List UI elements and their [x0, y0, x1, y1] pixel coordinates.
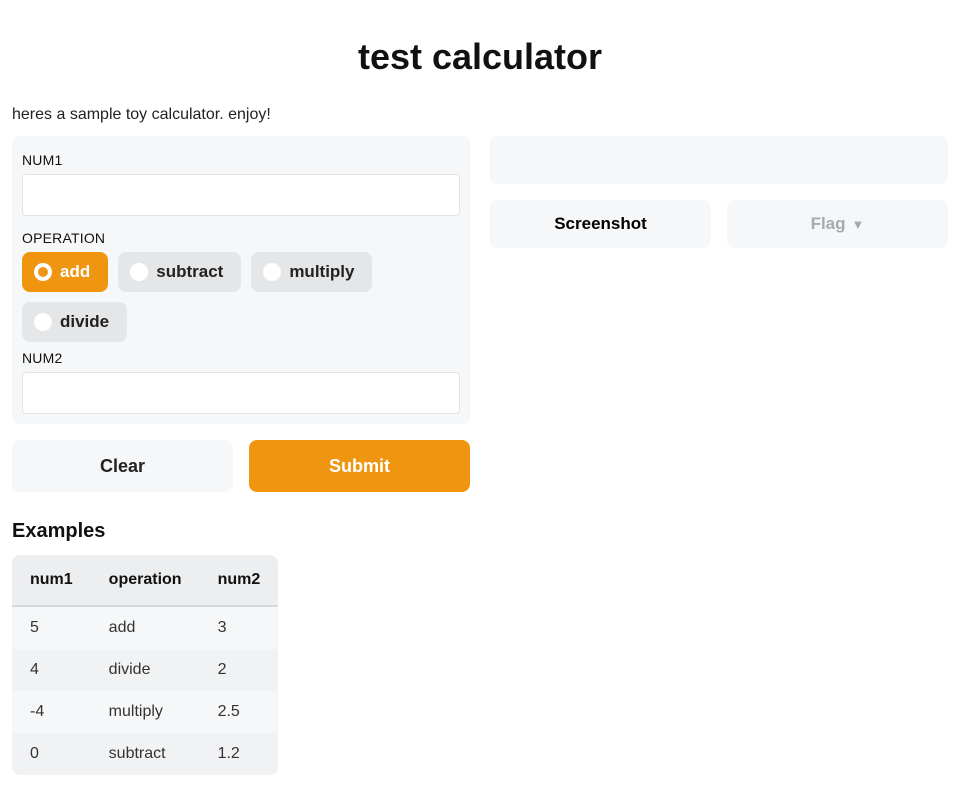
operation-radio-group: add subtract multiply divide	[22, 252, 460, 342]
chevron-down-icon: ▼	[852, 218, 865, 231]
screenshot-button-label: Screenshot	[554, 214, 647, 234]
table-row[interactable]: 5 add 3	[12, 606, 278, 649]
operation-option-label: divide	[60, 312, 109, 332]
num2-input[interactable]	[22, 372, 460, 414]
cell-operation: multiply	[91, 691, 200, 733]
flag-button-label: Flag	[811, 214, 846, 234]
clear-button[interactable]: Clear	[12, 440, 233, 492]
radio-dot-icon	[263, 263, 281, 281]
cell-operation: divide	[91, 649, 200, 691]
operation-option-divide[interactable]: divide	[22, 302, 127, 342]
input-panel: NUM1 OPERATION add subtract multiply	[12, 136, 470, 424]
radio-dot-icon	[34, 263, 52, 281]
table-row[interactable]: 4 divide 2	[12, 649, 278, 691]
operation-option-label: add	[60, 262, 90, 282]
num1-label: NUM1	[22, 152, 460, 168]
operation-option-label: subtract	[156, 262, 223, 282]
operation-option-add[interactable]: add	[22, 252, 108, 292]
cell-num1: 5	[12, 606, 91, 649]
radio-dot-icon	[130, 263, 148, 281]
examples-col-operation: operation	[91, 555, 200, 606]
submit-button[interactable]: Submit	[249, 440, 470, 492]
table-row[interactable]: -4 multiply 2.5	[12, 691, 278, 733]
examples-heading: Examples	[12, 520, 470, 543]
operation-option-multiply[interactable]: multiply	[251, 252, 372, 292]
operation-option-label: multiply	[289, 262, 354, 282]
radio-dot-icon	[34, 313, 52, 331]
table-row[interactable]: 0 subtract 1.2	[12, 733, 278, 775]
cell-num2: 1.2	[200, 733, 279, 775]
operation-label: OPERATION	[22, 230, 460, 246]
output-box	[490, 136, 948, 184]
cell-num1: 4	[12, 649, 91, 691]
cell-num1: -4	[12, 691, 91, 733]
cell-operation: subtract	[91, 733, 200, 775]
cell-operation: add	[91, 606, 200, 649]
num1-input[interactable]	[22, 174, 460, 216]
page-title: test calculator	[12, 36, 948, 78]
cell-num1: 0	[12, 733, 91, 775]
cell-num2: 2.5	[200, 691, 279, 733]
examples-col-num2: num2	[200, 555, 279, 606]
num2-label: NUM2	[22, 350, 460, 366]
examples-col-num1: num1	[12, 555, 91, 606]
flag-button[interactable]: Flag ▼	[727, 200, 948, 248]
examples-table: num1 operation num2 5 add 3 4 divide 2	[12, 555, 278, 775]
cell-num2: 3	[200, 606, 279, 649]
screenshot-button[interactable]: Screenshot	[490, 200, 711, 248]
page-subtitle: heres a sample toy calculator. enjoy!	[12, 106, 948, 124]
cell-num2: 2	[200, 649, 279, 691]
operation-option-subtract[interactable]: subtract	[118, 252, 241, 292]
